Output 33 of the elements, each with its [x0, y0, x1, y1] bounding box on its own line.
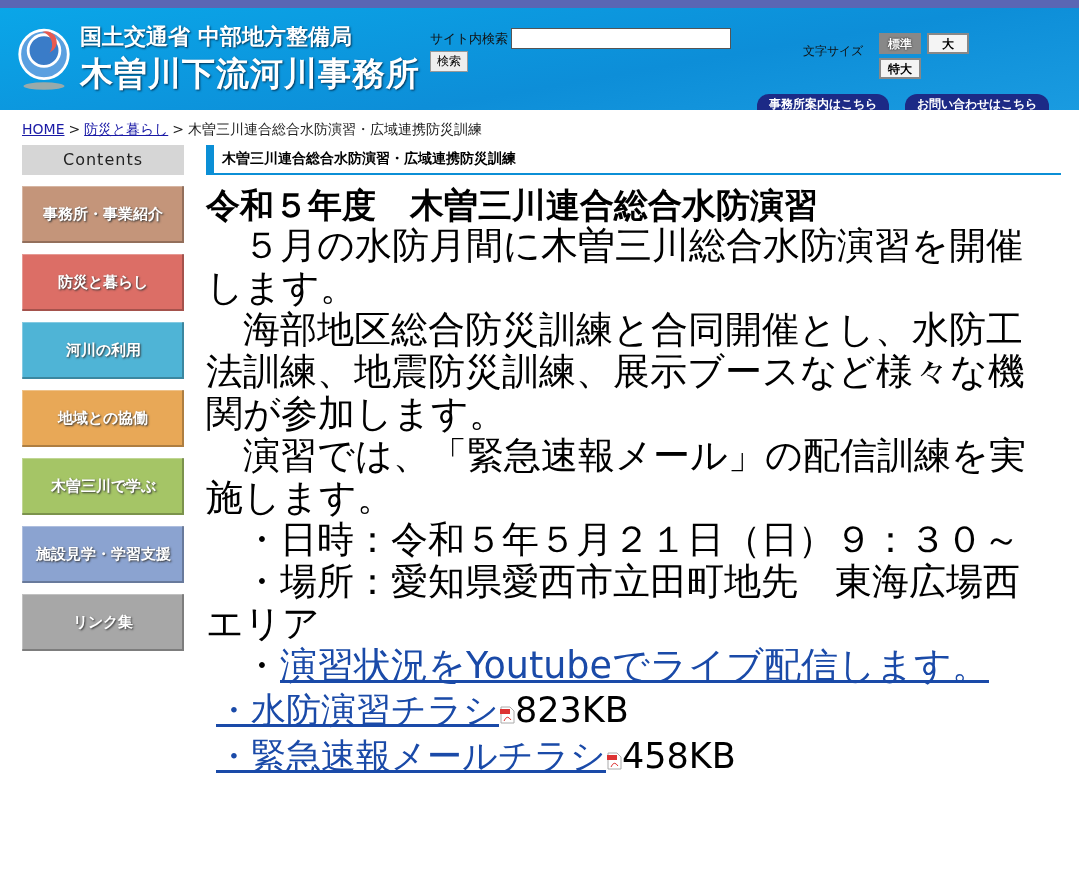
search-field[interactable]: [511, 28, 731, 49]
search-button[interactable]: 検索: [430, 51, 468, 72]
paragraph: ・場所：愛知県愛西市立田町地先 東海広場西エリア: [206, 561, 1021, 645]
search-label: サイト内検索: [430, 29, 508, 48]
breadcrumb-separator: >: [68, 121, 81, 139]
paragraph: ・日時：令和５年５月２１日（日）９：３０～: [242, 519, 1021, 561]
office-name: 木曽川下流河川事務所: [80, 52, 420, 95]
logo-icon: [16, 26, 72, 92]
file-size: 458KB: [622, 735, 736, 778]
article-title: 令和５年度 木曽三川連合総合水防演習: [206, 185, 819, 225]
breadcrumb-current: 木曽三川連合総合水防演習・広域連携防災訓練: [187, 121, 482, 139]
attachment-link[interactable]: ・水防演習チラシ: [216, 687, 499, 733]
attachment-link[interactable]: ・緊急速報メールチラシ: [216, 733, 606, 779]
font-size-button[interactable]: 大: [927, 33, 969, 54]
font-size-button[interactable]: 特大: [879, 58, 921, 79]
pdf-icon: [606, 752, 622, 770]
font-size-label: 文字サイズ: [803, 45, 864, 58]
agency-name: 国土交通省 中部地方整備局: [80, 22, 353, 51]
breadcrumb-link[interactable]: HOME: [22, 121, 65, 145]
file-size: 823KB: [515, 689, 629, 732]
header-link[interactable]: 事務所案内はこちら: [757, 94, 889, 110]
section-title: 木曽三川連合総合水防演習・広域連携防災訓練: [206, 145, 1061, 175]
paragraph: ５月の水防月間に木曽三川総合水防演習を開催します。: [206, 225, 1024, 309]
breadcrumb-link[interactable]: 防災と暮らし: [84, 121, 169, 145]
font-size-button[interactable]: 標準: [879, 33, 921, 54]
paragraph: 演習では、「緊急速報メール」の配信訓練を実施します。: [206, 435, 1027, 519]
breadcrumb-separator: >: [172, 121, 184, 139]
header-link[interactable]: お問い合わせはこちら: [905, 94, 1049, 110]
sidebar-title: Contents: [22, 145, 184, 175]
paragraph: 海部地区総合防災訓練と合同開催とし、水防工法訓練、地震防災訓練、展示ブースなど様々な機関が参加します。: [206, 309, 1026, 435]
bullet-text: ・: [242, 644, 280, 687]
pdf-icon: [499, 706, 515, 724]
article-link[interactable]: 演習状況をYoutubeでライブ配信します。: [280, 644, 989, 687]
